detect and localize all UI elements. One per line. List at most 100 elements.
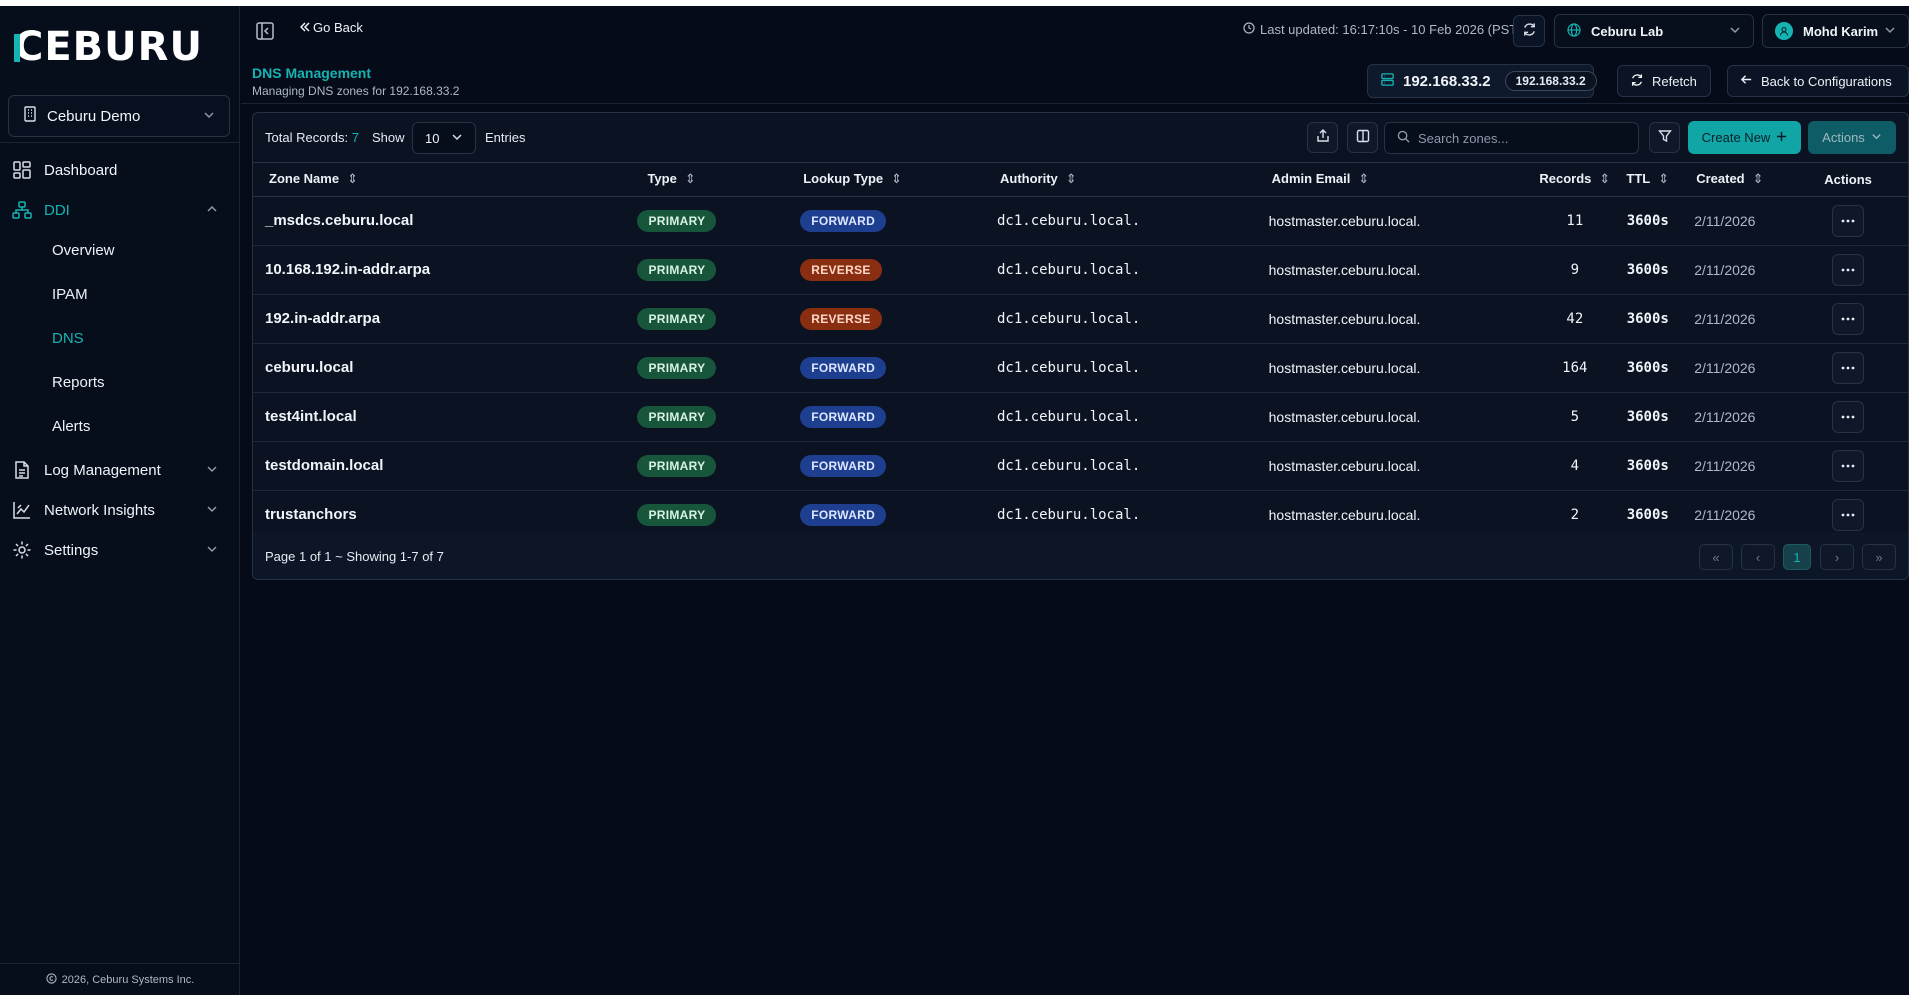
sidebar-item-dns[interactable]: DNS (52, 323, 84, 353)
ceburu-logo[interactable]: CEBURU (14, 24, 214, 71)
sidebar-collapse-icon[interactable] (255, 21, 275, 41)
search-box[interactable] (1384, 122, 1639, 154)
sidebar-item-ipam[interactable]: IPAM (52, 279, 88, 309)
sidebar-item-settings[interactable]: Settings (0, 532, 240, 568)
zone-name[interactable]: 10.168.192.in-addr.arpa (265, 261, 430, 278)
row-actions-button[interactable] (1832, 449, 1865, 482)
row-actions-button[interactable] (1832, 498, 1865, 531)
ttl: 3600s (1626, 458, 1669, 474)
org-select[interactable]: Ceburu Demo (8, 95, 230, 137)
right-edge (1909, 6, 1920, 995)
copyright-text: 2026, Ceburu Systems Inc. (61, 973, 195, 986)
zone-name[interactable]: ceburu.local (265, 359, 353, 376)
sidebar-item-label: Log Management (44, 461, 161, 479)
table-toolbar: Total Records: 7 Show 10 Entries Search … (253, 113, 1908, 163)
site-select[interactable]: Ceburu Lab (1554, 14, 1754, 48)
sidebar-item-log-management[interactable]: Log Management (0, 452, 240, 488)
zone-name[interactable]: 192.in-addr.arpa (265, 310, 380, 327)
building-icon (23, 106, 37, 126)
zone-type-badge: PRIMARY (637, 356, 717, 379)
table-row[interactable]: test4int.local PRIMARY FORWARD dc1.ceburu.l… (253, 392, 1908, 442)
table-row[interactable]: 10.168.192.in-addr.arpa PRIMARY REVERSE dc1… (253, 245, 1908, 295)
entries-label: Entries (485, 130, 526, 145)
sort-icon: ⇕ (1599, 171, 1611, 187)
column-header-zone-name[interactable]: Zone Name ⇕ (253, 163, 636, 197)
authority: dc1.ceburu.local. (996, 507, 1141, 524)
sidebar-item-network-insights[interactable]: Network Insights (0, 492, 240, 528)
sort-icon: ⇕ (684, 171, 696, 187)
table-row[interactable]: ceburu.local PRIMARY FORWARD dc1.ceburu.loc… (253, 343, 1908, 393)
row-actions-button[interactable] (1832, 302, 1865, 335)
header-divider (241, 103, 1909, 104)
refresh-button[interactable] (1513, 15, 1545, 47)
ttl: 3600s (1626, 213, 1669, 229)
column-header-authority[interactable]: Authority ⇕ (995, 163, 1268, 197)
zone-name[interactable]: test4int.local (265, 408, 357, 425)
row-actions-button[interactable] (1832, 253, 1865, 286)
created-date: 2/11/2026 (1694, 212, 1756, 229)
zone-name[interactable]: trustanchors (265, 506, 357, 523)
more-horizontal-icon (1841, 366, 1855, 369)
last-page-button[interactable]: » (1862, 544, 1896, 570)
ttl: 3600s (1626, 507, 1669, 524)
user-menu[interactable]: Mohd Karim (1762, 14, 1909, 48)
more-horizontal-icon (1841, 268, 1855, 271)
actions-dropdown-button[interactable]: Actions (1808, 121, 1896, 154)
row-actions-button[interactable] (1832, 204, 1865, 237)
table-row[interactable]: _msdcs.ceburu.local PRIMARY FORWARD dc1.ceb… (253, 196, 1908, 246)
chevron-down-icon (451, 131, 463, 146)
server-icon (1380, 72, 1395, 91)
previous-page-button[interactable]: ‹ (1741, 544, 1775, 570)
page-size-value: 10 (425, 130, 440, 146)
table-row[interactable]: 192.in-addr.arpa PRIMARY REVERSE dc1.ceburu… (253, 294, 1908, 344)
created-date: 2/11/2026 (1694, 310, 1756, 327)
columns-button[interactable] (1347, 122, 1378, 153)
page-subtitle: Managing DNS zones for 192.168.33.2 (252, 84, 460, 98)
chevron-up-icon (206, 202, 218, 219)
records-count: 5 (1570, 409, 1580, 425)
chevron-left-icon: ‹ (1755, 549, 1761, 565)
page-number-button[interactable]: 1 (1783, 544, 1811, 570)
export-button[interactable] (1307, 122, 1338, 153)
column-header-type[interactable]: Type ⇕ (635, 163, 799, 197)
zone-name[interactable]: testdomain.local (265, 457, 383, 474)
plus-icon (1776, 130, 1787, 145)
back-to-configurations-button[interactable]: Back to Configurations (1727, 65, 1909, 97)
sidebar-item-alerts[interactable]: Alerts (52, 411, 90, 441)
first-page-button[interactable]: « (1699, 544, 1733, 570)
next-page-button[interactable]: › (1820, 544, 1854, 570)
admin-email: hostmaster.ceburu.local. (1268, 408, 1421, 425)
file-text-icon (12, 460, 32, 480)
sidebar-item-overview[interactable]: Overview (52, 235, 115, 265)
page-size-select[interactable]: 10 (412, 122, 476, 154)
zone-name[interactable]: _msdcs.ceburu.local (265, 212, 413, 229)
search-input[interactable] (1418, 130, 1618, 146)
authority: dc1.ceburu.local. (996, 360, 1141, 376)
row-actions-button[interactable] (1832, 351, 1865, 384)
row-actions-button[interactable] (1832, 400, 1865, 433)
sort-icon: ⇕ (347, 171, 358, 187)
column-header-lookup-type[interactable]: Lookup Type ⇕ (798, 163, 996, 197)
back-to-configurations-label: Back to Configurations (1761, 73, 1892, 89)
table-row[interactable]: testdomain.local PRIMARY FORWARD dc1.ceburu… (253, 441, 1908, 491)
arrow-left-icon (1740, 73, 1753, 89)
share-icon (1316, 129, 1330, 146)
column-header-created[interactable]: Created ⇕ (1684, 163, 1789, 197)
column-header-admin-email[interactable]: Admin Email ⇕ (1267, 163, 1539, 197)
go-back-link[interactable]: Go Back (299, 20, 363, 35)
columns-icon (1356, 129, 1370, 146)
sidebar-item-dashboard[interactable]: Dashboard (0, 152, 240, 188)
records-count: 42 (1566, 311, 1584, 327)
column-header-records[interactable]: Records ⇕ (1538, 163, 1612, 197)
filter-button[interactable] (1649, 122, 1680, 153)
chevron-down-icon (1871, 130, 1882, 145)
sidebar-divider (0, 142, 240, 143)
refetch-button[interactable]: Refetch (1617, 65, 1711, 97)
column-header-ttl[interactable]: TTL ⇕ (1611, 163, 1685, 197)
sidebar-item-reports[interactable]: Reports (52, 367, 105, 397)
sidebar-item-ddi[interactable]: DDI (0, 192, 240, 228)
total-records: Total Records: 7 (265, 130, 359, 145)
chevron-down-icon (206, 542, 218, 559)
create-new-button[interactable]: Create New (1688, 121, 1801, 154)
authority: dc1.ceburu.local. (996, 213, 1141, 229)
